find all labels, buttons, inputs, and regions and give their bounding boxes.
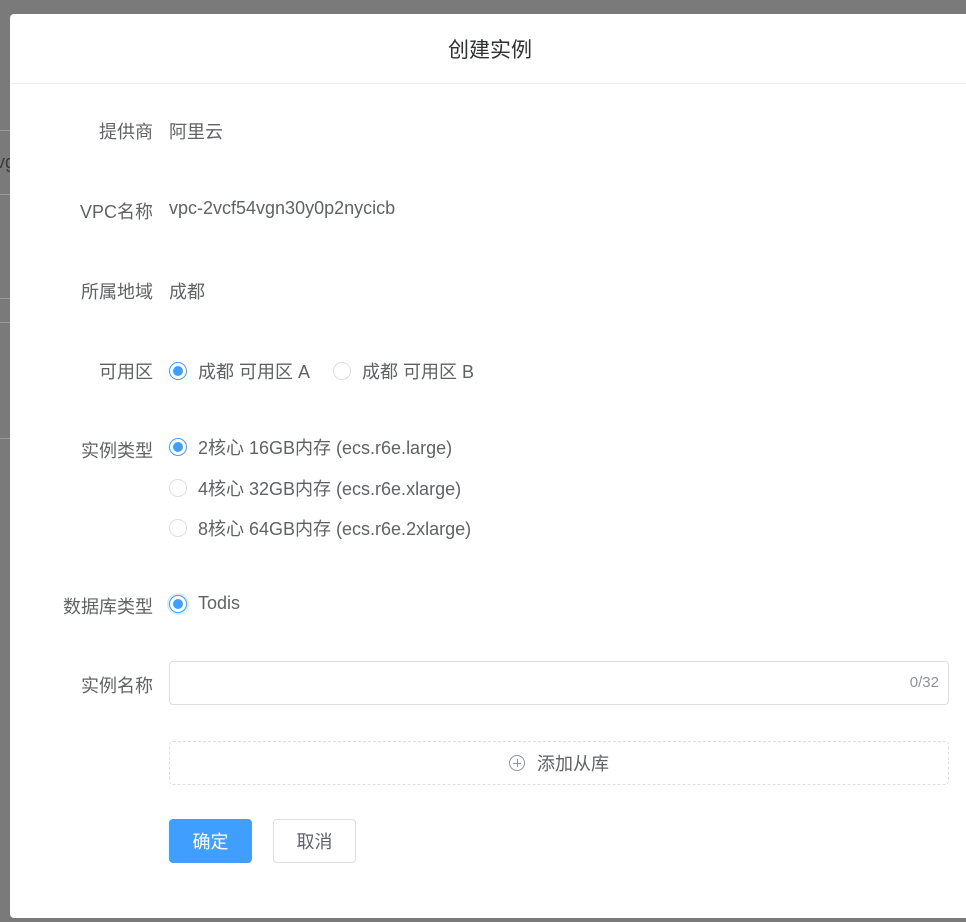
background-divider <box>0 298 10 299</box>
region-label: 所属地域 <box>81 282 153 302</box>
region-value: 成都 <box>169 282 205 302</box>
create-instance-dialog: 创建实例 提供商 阿里云 VPC名称 vpc-2vcf54vgn30y0p2ny… <box>10 14 966 918</box>
instance-name-label: 实例名称 <box>81 676 153 696</box>
dialog-title: 创建实例 <box>448 39 532 62</box>
instance-type-radio-large[interactable]: 2核心 16GB内存 (ecs.r6e.large) <box>169 434 452 460</box>
zone-label: 可用区 <box>99 362 153 382</box>
zone-radio-a-label: 成都 可用区 A <box>198 362 311 382</box>
instance-name-input[interactable] <box>182 662 886 706</box>
instance-name-counter: 0/32 <box>909 674 939 691</box>
radio-unchecked-icon[interactable] <box>169 479 187 497</box>
background-divider <box>0 322 10 323</box>
radio-checked-icon[interactable] <box>169 594 187 613</box>
instance-type-radio-2xlarge-label: 8核心 64GB内存 (ecs.r6e.2xlarge) <box>198 519 472 539</box>
provider-label: 提供商 <box>99 122 153 142</box>
vpc-value: vpc-2vcf54vgn30y0p2nycicb <box>169 198 396 218</box>
instance-name-field[interactable]: 0/32 <box>169 661 949 706</box>
radio-checked-icon[interactable] <box>169 438 187 456</box>
instance-type-label: 实例类型 <box>81 441 153 461</box>
plus-circle-icon <box>509 755 525 771</box>
radio-unchecked-icon[interactable] <box>333 362 351 380</box>
radio-unchecked-icon[interactable] <box>169 519 187 537</box>
instance-type-radio-2xlarge[interactable]: 8核心 64GB内存 (ecs.r6e.2xlarge) <box>169 515 471 541</box>
radio-checked-icon[interactable] <box>169 362 187 380</box>
background-divider <box>0 194 10 195</box>
db-type-radio-todis-label: Todis <box>198 593 241 613</box>
dialog-header: 创建实例 <box>10 14 966 84</box>
db-type-radio-todis[interactable]: Todis <box>169 593 240 614</box>
instance-type-radio-xlarge[interactable]: 4核心 32GB内存 (ecs.r6e.xlarge) <box>169 475 461 501</box>
background-divider <box>0 438 10 439</box>
instance-type-radio-large-label: 2核心 16GB内存 (ecs.r6e.large) <box>198 438 453 458</box>
confirm-button[interactable]: 确定 <box>169 819 252 863</box>
vpc-label: VPC名称 <box>79 202 153 222</box>
instance-type-radio-xlarge-label: 4核心 32GB内存 (ecs.r6e.xlarge) <box>198 479 462 499</box>
zone-radio-b-label: 成都 可用区 B <box>362 362 475 382</box>
background-divider <box>0 130 10 131</box>
db-type-label: 数据库类型 <box>63 597 153 617</box>
cancel-button[interactable]: 取消 <box>273 819 356 863</box>
provider-value: 阿里云 <box>169 122 223 142</box>
add-slave-label: 添加从库 <box>537 754 609 774</box>
add-slave-button[interactable]: 添加从库 <box>169 741 949 785</box>
zone-radio-b[interactable]: 成都 可用区 B <box>333 358 474 384</box>
zone-radio-a[interactable]: 成都 可用区 A <box>169 358 310 384</box>
